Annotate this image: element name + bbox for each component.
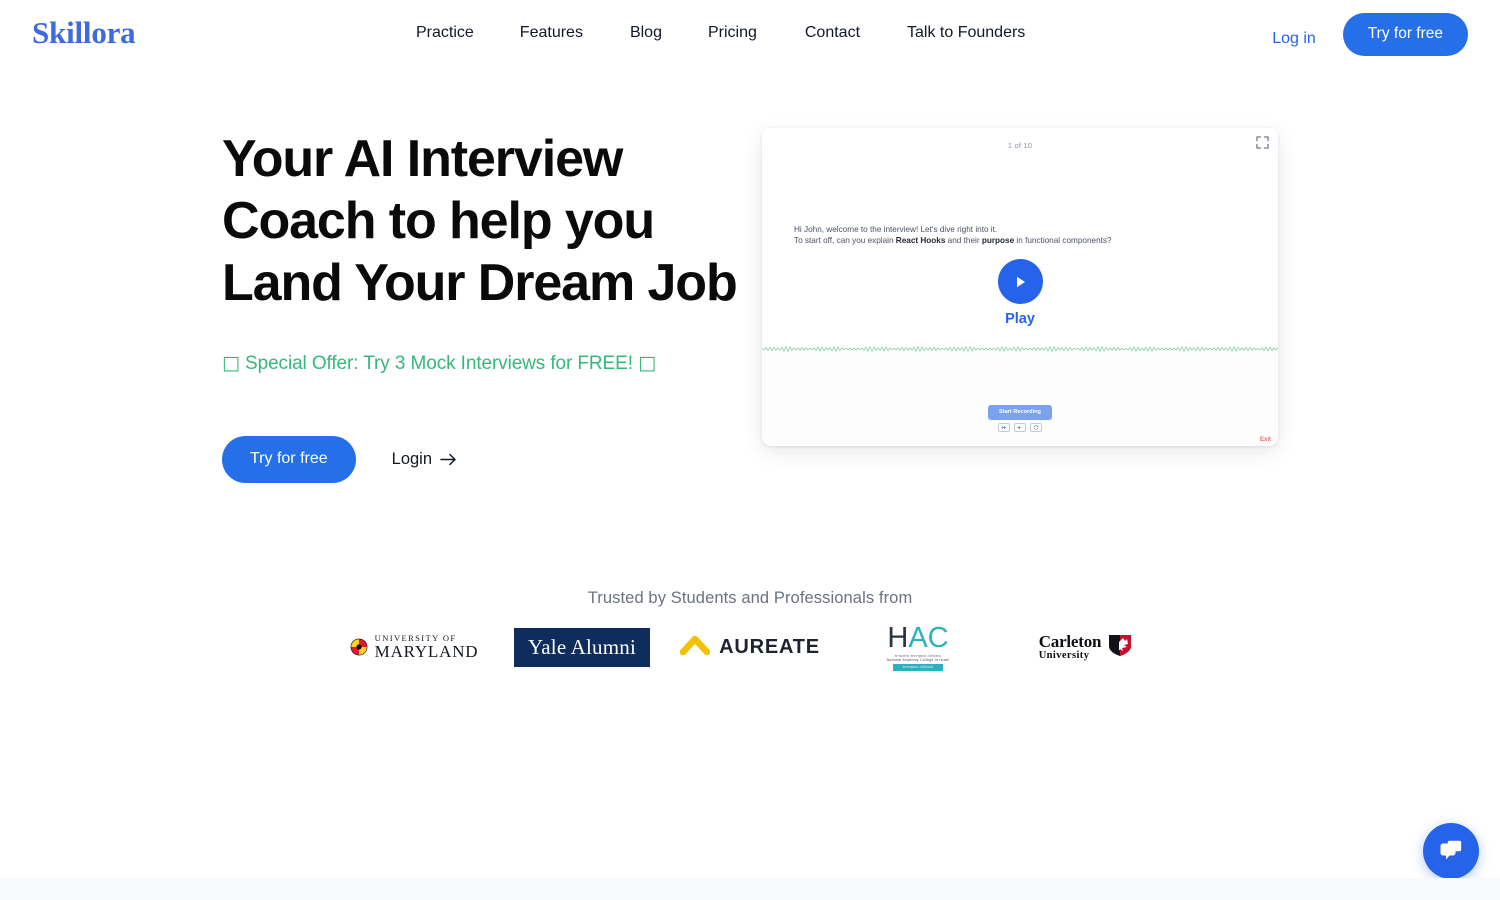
skip-forward-icon[interactable] — [998, 423, 1010, 432]
footer-strip — [0, 878, 1500, 900]
hero-content: Your AI Interview Coach to help you Land… — [222, 128, 742, 376]
maryland-line-1: UNIVERSITY OF — [374, 632, 457, 643]
carleton-line-2: University — [1038, 649, 1090, 661]
interview-question-text: Hi John, welcome to the interview! Let's… — [794, 224, 1258, 247]
interview-demo-card[interactable]: 1 of 10 Hi John, welcome to the intervie… — [762, 128, 1278, 446]
demo-card-top: 1 of 10 Hi John, welcome to the intervie… — [762, 128, 1278, 352]
aureate-chevron-icon — [679, 634, 711, 661]
partner-logo-yale-alumni: Yale Alumni — [498, 622, 666, 672]
hero-login-label: Login — [391, 450, 433, 468]
partner-logo-aureate: AUREATE — [666, 622, 834, 672]
nav-links: Practice Features Blog Pricing Contact T… — [416, 22, 1025, 43]
carleton-crest-icon — [1107, 633, 1133, 662]
exit-link[interactable]: Exit — [1260, 437, 1271, 443]
yale-alumni-wordmark: Yale Alumni — [514, 627, 650, 667]
hac-wordmark: HAC — [887, 621, 949, 654]
question-line-2: To start off, can you explain React Hook… — [794, 236, 1112, 246]
volume-icon[interactable] — [1014, 423, 1026, 432]
partner-logo-carleton-university: Carleton University — [1002, 622, 1170, 672]
demo-card-bottom: Start Recording Exit — [762, 352, 1278, 446]
maryland-shield-icon — [350, 638, 368, 656]
play-label: Play — [1005, 311, 1035, 327]
nav-link-features[interactable]: Features — [520, 22, 630, 43]
hero-cta-row: Try for free Login — [222, 436, 457, 483]
question-counter: 1 of 10 — [1007, 141, 1033, 150]
demo-controls — [998, 423, 1042, 432]
nav-actions: Log in Try for free — [1272, 13, 1468, 56]
headline-line-3: Land Your Dream Job — [222, 254, 738, 312]
play-control[interactable]: Play — [762, 259, 1278, 327]
arrow-right-icon — [440, 453, 457, 466]
restart-icon[interactable] — [1030, 423, 1042, 432]
offer-glyph-right-icon: □ — [638, 352, 656, 374]
offer-glyph-left-icon: □ — [222, 352, 240, 374]
hero-login-link[interactable]: Login — [392, 450, 457, 469]
nav-link-pricing[interactable]: Pricing — [708, 22, 805, 43]
nav-link-practice[interactable]: Practice — [416, 22, 520, 43]
fullscreen-icon[interactable] — [1256, 136, 1269, 149]
brand-logo[interactable]: Skillora — [32, 16, 136, 50]
headline-line-1: Your AI Interview — [222, 130, 623, 188]
chat-bubbles-icon — [1436, 835, 1466, 868]
chat-widget-button[interactable] — [1423, 823, 1479, 879]
question-line-1: Hi John, welcome to the interview! Let's… — [794, 225, 998, 234]
page-title: Your AI Interview Coach to help you Land… — [222, 128, 742, 314]
offer-text: Special Offer: Try 3 Mock Interviews for… — [245, 353, 633, 374]
trusted-by-label: Trusted by Students and Professionals fr… — [587, 589, 913, 607]
play-icon[interactable] — [997, 259, 1043, 304]
partner-logo-hac: HAC המכללה האקדמית הלאומית National Acad… — [834, 622, 1002, 672]
partner-logo-university-of-maryland: UNIVERSITY OF MARYLAND — [330, 622, 498, 672]
hac-subtitle-english: National Academy College of Israel — [886, 657, 950, 662]
top-navigation-bar: Skillora Practice Features Blog Pricing … — [0, 0, 1500, 66]
nav-link-contact[interactable]: Contact — [805, 22, 907, 43]
special-offer-banner: □ Special Offer: Try 3 Mock Interviews f… — [222, 351, 742, 376]
nav-link-blog[interactable]: Blog — [630, 22, 708, 43]
nav-try-for-free-button[interactable]: Try for free — [1342, 13, 1468, 56]
nav-login-link[interactable]: Log in — [1272, 21, 1316, 49]
hac-banner: המכללה האקדמית — [892, 663, 944, 671]
aureate-wordmark: AUREATE — [719, 635, 820, 658]
nav-link-talk-to-founders[interactable]: Talk to Founders — [907, 22, 1025, 43]
headline-line-2: Coach to help you — [222, 192, 655, 250]
hero-try-for-free-button[interactable]: Try for free — [222, 436, 356, 483]
start-recording-button[interactable]: Start Recording — [988, 405, 1052, 420]
carleton-line-1: Carleton — [1038, 631, 1102, 651]
maryland-line-2: MARYLAND — [374, 642, 479, 662]
partner-logo-strip: UNIVERSITY OF MARYLAND Yale Alumni AUREA… — [0, 622, 1500, 672]
